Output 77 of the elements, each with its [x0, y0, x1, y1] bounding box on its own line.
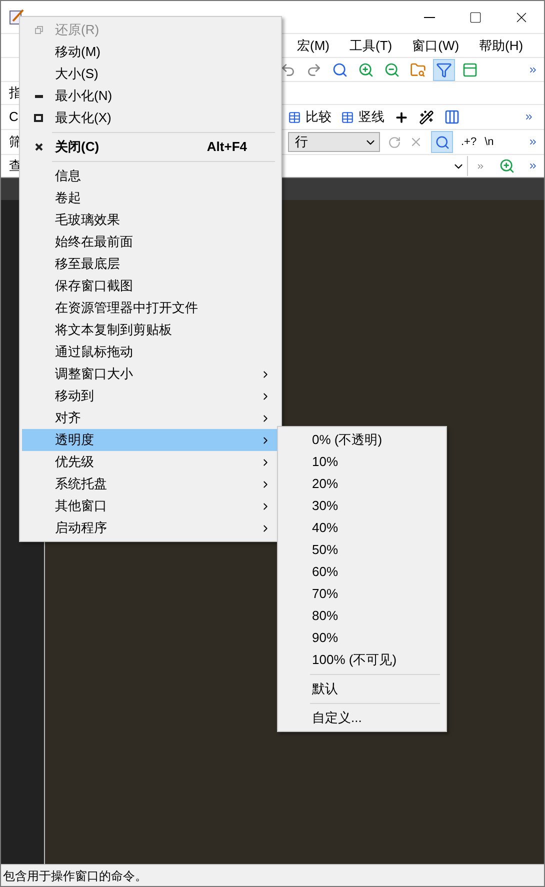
columns-icon — [444, 109, 460, 125]
search-icon — [332, 62, 348, 78]
search-icon — [434, 134, 450, 150]
maximize-icon — [468, 10, 482, 24]
find-previous-icon — [384, 62, 400, 78]
find-next-icon — [499, 158, 515, 174]
menu-item[interactable]: 保存窗口截图 — [22, 275, 279, 297]
menu-item[interactable]: 帮助(H) — [469, 34, 534, 56]
toolbar-button[interactable]: 比较 — [288, 107, 332, 127]
overflow-icon — [528, 161, 538, 171]
menu-item[interactable]: 移至最底层 — [22, 253, 279, 275]
menu-item[interactable]: 通过鼠标拖动 — [22, 341, 279, 363]
panel-icon — [462, 62, 478, 78]
undo-icon — [280, 62, 296, 78]
menu-item[interactable]: 卷起 — [22, 187, 279, 209]
minimize-icon — [424, 16, 434, 18]
grid-icon — [341, 110, 354, 124]
toolbar-button[interactable]: 竖线 — [341, 107, 384, 127]
toolbar-label: C — [9, 108, 18, 126]
menu-item[interactable]: 60% — [280, 561, 444, 583]
menu-item[interactable]: 工具(T) — [340, 34, 402, 56]
menu-item[interactable]: 40% — [280, 517, 444, 539]
overflow-icon — [524, 112, 534, 122]
overflow-icon — [476, 162, 485, 170]
redo-icon — [306, 62, 322, 78]
refresh-icon — [388, 136, 401, 148]
restore-icon — [34, 26, 42, 34]
menu-item[interactable]: 90% — [280, 627, 444, 649]
menu-item[interactable]: 窗口(W) — [402, 34, 470, 56]
menu-item[interactable]: 对齐 — [22, 407, 279, 429]
newline-button[interactable]: \n — [484, 134, 494, 150]
status-text: 包含用于操作窗口的命令。 — [3, 868, 147, 884]
menu-item[interactable]: 毛玻璃效果 — [22, 209, 279, 231]
menu-item[interactable]: 关闭(C) Alt+F4 — [22, 136, 279, 158]
menu-item[interactable]: 0% (不透明) — [280, 429, 444, 451]
regex-button[interactable]: .+? — [461, 134, 477, 150]
overflow-icon — [528, 137, 538, 147]
menu-item[interactable]: 透明度 — [22, 429, 279, 451]
menu-item[interactable]: 30% — [280, 495, 444, 517]
menu-item[interactable]: 其他窗口 — [22, 495, 279, 517]
menu-item[interactable]: 大小(S) — [22, 63, 279, 85]
menu-item[interactable]: 10% — [280, 451, 444, 473]
menu-item[interactable]: 宏(M) — [287, 34, 340, 56]
menu-item[interactable]: 信息 — [22, 165, 279, 187]
menu-item[interactable]: 80% — [280, 605, 444, 627]
search-toggle-button[interactable] — [431, 131, 453, 153]
menu-item[interactable]: 优先级 — [22, 451, 279, 473]
menu-item[interactable]: 最小化(N) — [22, 85, 279, 107]
filter-dropdown[interactable]: 行 — [288, 132, 380, 152]
menu-item[interactable]: 70% — [280, 583, 444, 605]
menu-item[interactable]: 始终在最前面 — [22, 231, 279, 253]
menu-item[interactable]: 100% (不可见) — [280, 649, 444, 671]
toolbar-button[interactable] — [433, 58, 455, 80]
menu-item[interactable]: 20% — [280, 473, 444, 495]
menu-item[interactable]: 将文本复制到剪贴板 — [22, 319, 279, 341]
wand-icon — [419, 110, 434, 124]
overflow-icon — [528, 64, 538, 74]
menu-item[interactable]: 系统托盘 — [22, 473, 279, 495]
shortcut-label: Alt+F4 — [206, 138, 247, 156]
menu-item[interactable]: 默认 — [280, 678, 444, 700]
minimize-icon — [34, 94, 42, 98]
folder-search-icon — [410, 62, 426, 78]
menu-item[interactable]: 启动程序 — [22, 517, 279, 539]
menu-item[interactable]: 最大化(X) — [22, 107, 279, 129]
menu-item[interactable]: 移动到 — [22, 385, 279, 407]
menu-item[interactable]: 50% — [280, 539, 444, 561]
menu-item[interactable]: 自定义... — [280, 707, 444, 729]
grid-icon — [288, 110, 302, 124]
find-next-icon — [358, 62, 374, 78]
menu-item[interactable]: 在资源管理器中打开文件 — [22, 297, 279, 319]
filter-icon — [436, 62, 452, 78]
menu-item[interactable]: 移动(M) — [22, 41, 279, 63]
plus-icon — [394, 110, 410, 124]
maximize-icon — [34, 114, 43, 122]
close-icon — [34, 143, 42, 151]
menu-item[interactable]: 调整窗口大小 — [22, 363, 279, 385]
clear-icon — [409, 135, 423, 149]
